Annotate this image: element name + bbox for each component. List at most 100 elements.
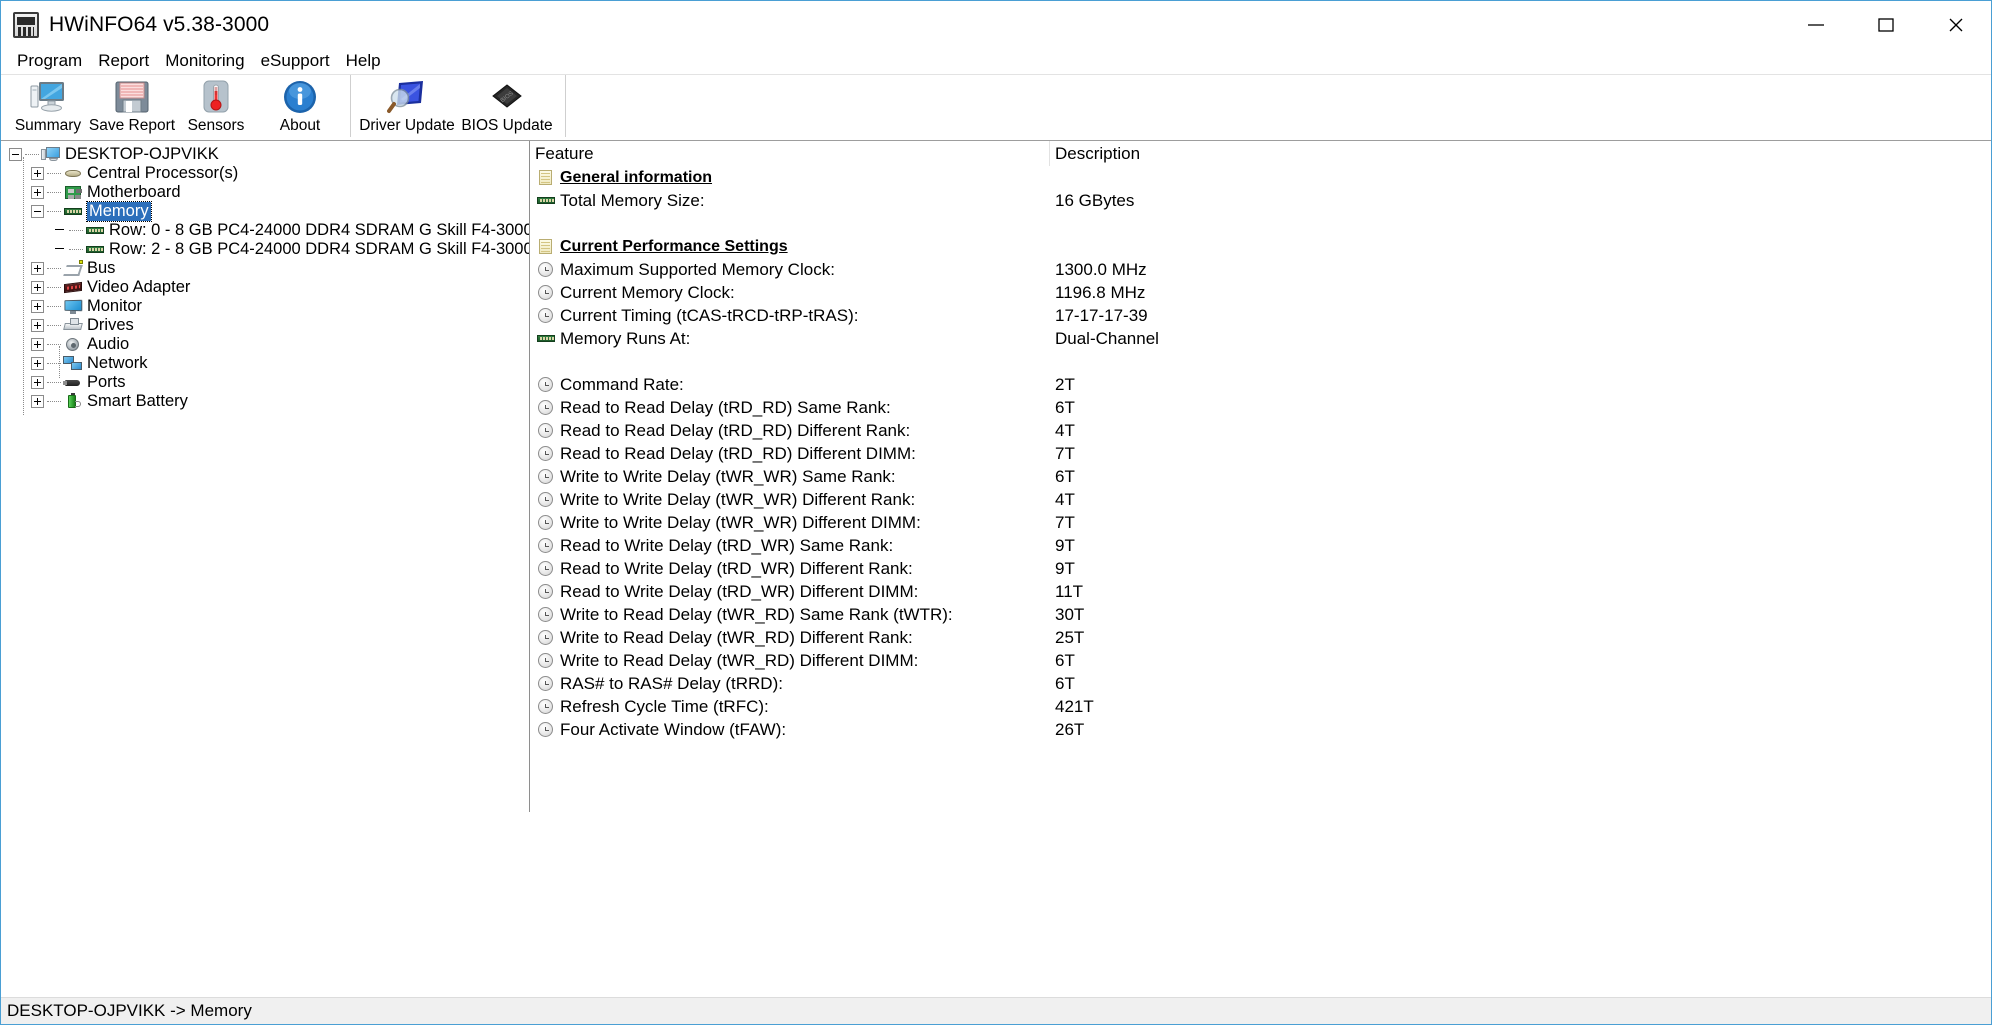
tree-connector (47, 306, 61, 307)
tree-connector (47, 268, 61, 269)
list-row[interactable]: Write to Read Delay (tWR_RD) Same Rank (… (530, 603, 1991, 626)
list-row[interactable]: RAS# to RAS# Delay (tRRD): 6T (530, 672, 1991, 695)
title-bar: HWiNFO64 v5.38-3000 (1, 1, 1991, 48)
computer-icon (28, 78, 68, 116)
driver-update-button[interactable]: Driver Update (357, 75, 457, 139)
tree-item-row-0-8-gb-pc4-24000-ddr4-sdram-g-skill-[interactable]: Row: 0 - 8 GB PC4-24000 DDR4 SDRAM G Ski… (1, 221, 529, 240)
minimize-icon[interactable] (1781, 1, 1851, 48)
floppy-disk-icon (113, 78, 151, 116)
device-tree-pane[interactable]: DESKTOP-OJPVIKK Central Processor(s) Mothe… (1, 141, 530, 812)
menu-help[interactable]: Help (338, 51, 389, 71)
clock-icon (536, 721, 557, 739)
list-row[interactable]: Read to Read Delay (tRD_RD) Same Rank: 6T (530, 396, 1991, 419)
list-row[interactable]: Current Performance Settings (530, 235, 1991, 258)
list-row[interactable]: Read to Write Delay (tRD_WR) Different D… (530, 580, 1991, 603)
tree-item-monitor[interactable]: Monitor (1, 297, 529, 316)
tree-leaf-spacer (53, 243, 66, 256)
clock-icon (536, 445, 557, 463)
expand-plus-icon[interactable] (31, 376, 44, 389)
hwinfo-window: HWiNFO64 v5.38-3000 Program Report Monit… (0, 0, 1992, 1025)
maximize-icon[interactable] (1851, 1, 1921, 48)
memory-icon (63, 203, 83, 220)
description-cell: 421T (1055, 696, 1094, 716)
description-cell: 1196.8 MHz (1055, 282, 1146, 302)
list-row[interactable]: Memory Runs At: Dual-Channel (530, 327, 1991, 350)
section-header-label[interactable]: Current Performance Settings (560, 238, 788, 256)
save-report-button[interactable]: Save Report (89, 75, 175, 139)
feature-cell: Read to Read Delay (tRD_RD) Different DI… (530, 444, 1050, 464)
menu-report[interactable]: Report (90, 51, 157, 71)
column-header-description[interactable]: Description (1050, 141, 1991, 166)
menu-monitoring[interactable]: Monitoring (157, 51, 252, 71)
list-row[interactable]: Total Memory Size: 16 GBytes (530, 189, 1991, 212)
sensors-button[interactable]: Sensors (174, 75, 258, 139)
expand-plus-icon[interactable] (31, 262, 44, 275)
list-row[interactable]: Four Activate Window (tFAW): 26T (530, 718, 1991, 741)
menu-program[interactable]: Program (9, 51, 90, 71)
list-row[interactable]: Refresh Cycle Time (tRFC): 421T (530, 695, 1991, 718)
column-header-feature[interactable]: Feature (530, 141, 1050, 166)
memory-icon (85, 241, 105, 258)
expand-plus-icon[interactable] (31, 319, 44, 332)
tree-item-label: Drives (87, 316, 134, 334)
list-row[interactable]: Write to Read Delay (tWR_RD) Different R… (530, 626, 1991, 649)
tree-item-memory[interactable]: Memory (1, 201, 529, 222)
toolbar-separator (350, 75, 351, 137)
close-icon[interactable] (1921, 1, 1991, 48)
status-bar: DESKTOP-OJPVIKK -> Memory (1, 997, 1991, 1024)
description-cell: 4T (1055, 489, 1075, 509)
description-cell: 25T (1055, 627, 1085, 647)
section-header-label[interactable]: General information (560, 169, 712, 187)
list-row[interactable]: Read to Write Delay (tRD_WR) Same Rank: 9… (530, 534, 1991, 557)
video-adapter-icon (63, 279, 83, 296)
tree-item-audio[interactable]: Audio (1, 335, 529, 354)
clock-icon (536, 675, 557, 693)
feature-cell: Current Memory Clock: (530, 283, 1050, 303)
tree-item-label: Smart Battery (87, 392, 188, 410)
feature-cell: RAS# to RAS# Delay (tRRD): (530, 674, 1050, 694)
menu-esupport[interactable]: eSupport (253, 51, 338, 71)
feature-cell: Write to Write Delay (tWR_WR) Different … (530, 490, 1050, 510)
feature-cell: Write to Read Delay (tWR_RD) Different R… (530, 628, 1050, 648)
feature-label: Current Timing (tCAS-tRCD-tRP-tRAS): (560, 305, 859, 325)
collapse-minus-icon[interactable] (9, 148, 22, 161)
about-button[interactable]: About (258, 75, 342, 139)
tree-item-bus[interactable]: Bus (1, 259, 529, 278)
expand-plus-icon[interactable] (31, 300, 44, 313)
list-row[interactable]: Write to Write Delay (tWR_WR) Different … (530, 511, 1991, 534)
tree-item-desktop-ojpvikk[interactable]: DESKTOP-OJPVIKK (1, 145, 529, 164)
expand-plus-icon[interactable] (31, 167, 44, 180)
expand-plus-icon[interactable] (31, 338, 44, 351)
feature-list-pane[interactable]: Feature Description General information T… (530, 141, 1991, 812)
list-row[interactable]: Write to Write Delay (tWR_WR) Same Rank:… (530, 465, 1991, 488)
list-row[interactable]: Read to Read Delay (tRD_RD) Different Ra… (530, 419, 1991, 442)
tree-item-central-processor-s[interactable]: Central Processor(s) (1, 164, 529, 183)
description-cell: 9T (1055, 558, 1075, 578)
list-row[interactable]: Write to Read Delay (tWR_RD) Different D… (530, 649, 1991, 672)
bios-update-button[interactable]: BIOS BIOS Update (457, 75, 557, 139)
expand-plus-icon[interactable] (31, 281, 44, 294)
tree-item-row-2-8-gb-pc4-24000-ddr4-sdram-g-skill-[interactable]: Row: 2 - 8 GB PC4-24000 DDR4 SDRAM G Ski… (1, 240, 529, 259)
collapse-minus-icon[interactable] (31, 205, 44, 218)
list-row[interactable]: Maximum Supported Memory Clock: 1300.0 MH… (530, 258, 1991, 281)
list-row[interactable]: Write to Write Delay (tWR_WR) Different … (530, 488, 1991, 511)
list-row[interactable]: Current Memory Clock: 1196.8 MHz (530, 281, 1991, 304)
expand-plus-icon[interactable] (31, 186, 44, 199)
summary-button[interactable]: Summary (6, 75, 90, 139)
list-row[interactable]: Current Timing (tCAS-tRCD-tRP-tRAS): 17-1… (530, 304, 1991, 327)
tree-item-smart-battery[interactable]: Smart Battery (1, 392, 529, 411)
list-row[interactable]: Command Rate: 2T (530, 373, 1991, 396)
tree-item-drives[interactable]: Drives (1, 316, 529, 335)
tree-item-network[interactable]: Network (1, 354, 529, 373)
expand-plus-icon[interactable] (31, 395, 44, 408)
tree-item-ports[interactable]: Ports (1, 373, 529, 392)
main-body: DESKTOP-OJPVIKK Central Processor(s) Mothe… (1, 140, 1991, 812)
tree-item-video-adapter[interactable]: Video Adapter (1, 278, 529, 297)
list-row[interactable]: General information (530, 166, 1991, 189)
expand-plus-icon[interactable] (31, 357, 44, 370)
list-row[interactable]: Read to Write Delay (tRD_WR) Different R… (530, 557, 1991, 580)
tree-item-motherboard[interactable]: Motherboard (1, 183, 529, 202)
tree-connector (69, 249, 83, 250)
list-row[interactable]: Read to Read Delay (tRD_RD) Different DI… (530, 442, 1991, 465)
feature-label: Read to Read Delay (tRD_RD) Different DI… (560, 443, 916, 463)
